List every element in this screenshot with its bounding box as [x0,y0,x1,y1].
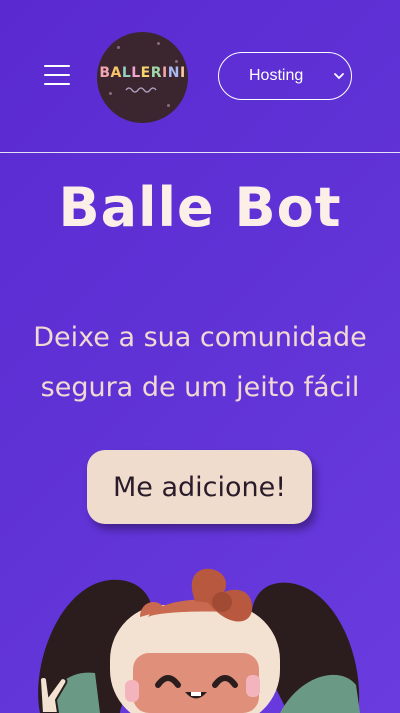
logo-sparkle [117,46,120,49]
logo-sparkle [167,104,170,107]
logo-letter: L [121,65,132,81]
logo-sparkle [157,42,160,45]
logo-letter: I [179,65,186,81]
menu-line [44,83,70,85]
hosting-select[interactable]: Hosting [218,52,352,100]
menu-line [44,74,70,76]
add-bot-button[interactable]: Me adicione! [87,450,312,524]
hero-subtitle: Deixe a sua comunidade segura de um jeit… [33,322,367,403]
logo-letter: B [99,65,111,81]
logo-letter: A [110,65,122,81]
logo-squiggle-icon [125,87,157,93]
mascot-illustration [38,568,360,713]
logo-sparkle [109,92,112,95]
logo-wordmark: BALLERINI [97,65,188,81]
hamburger-menu-icon[interactable] [44,64,70,86]
page-title: Balle Bot [58,176,342,239]
logo-letter: R [150,65,163,81]
ballerini-logo[interactable]: BALLERINI [97,32,188,123]
menu-line [44,65,70,67]
logo-letter: N [167,65,180,81]
hosting-select-value: Hosting [249,67,304,84]
logo-letter: E [140,65,151,81]
chevron-down-icon [334,73,344,80]
site-header: BALLERINI Hosting [0,0,400,153]
logo-letter: L [131,65,141,81]
logo-sparkle [175,60,178,63]
